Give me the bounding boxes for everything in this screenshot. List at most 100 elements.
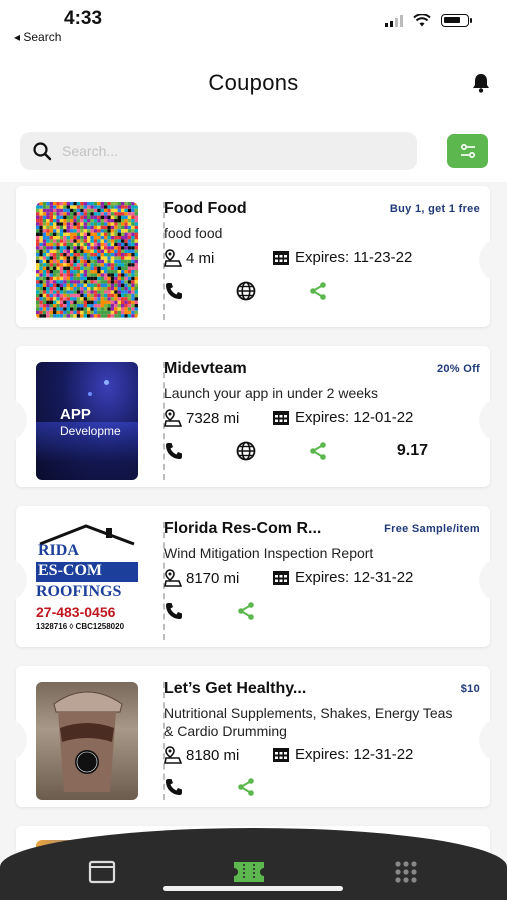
distance-text: 4 mi (186, 249, 215, 267)
coupon-actions (164, 601, 308, 621)
coupon-description: Launch your app in under 2 weeks (164, 385, 379, 401)
call-button[interactable] (164, 601, 184, 621)
coupon-title: Let’s Get Healthy... (164, 680, 307, 697)
coupon-description: food food (164, 225, 223, 241)
share-button[interactable] (236, 601, 256, 621)
search-input[interactable] (62, 132, 402, 170)
calendar-icon (273, 251, 289, 265)
share-icon (310, 442, 326, 460)
website-button[interactable] (236, 281, 256, 301)
back-to-search-link[interactable]: ◂ Search (14, 30, 61, 44)
website-button[interactable] (236, 441, 256, 461)
status-bar: 4:33 ◂ Search (0, 0, 507, 48)
coupon-offer-badge: 20% Off (436, 363, 480, 375)
calendar-icon (273, 571, 289, 585)
share-button[interactable] (308, 281, 328, 301)
status-icons (385, 14, 472, 27)
page-title: Coupons (208, 70, 299, 95)
ticket-icon[interactable] (232, 858, 266, 886)
coupon-actions (164, 777, 308, 797)
ticket-notch (5, 558, 27, 602)
thumb-text: 27-483-0456 (36, 604, 116, 620)
coupon-description: Nutritional Supplements, Shakes, Energy … (164, 705, 453, 739)
distance-text: 7328 mi (186, 409, 240, 427)
expiry-text: Expires: 12-31-22 (295, 569, 414, 586)
coupon-offer-badge: $10 (460, 683, 480, 695)
coupon-offer-badge: Free Sample/item (384, 523, 480, 535)
ticket-notch (5, 238, 27, 282)
expiry-text: Expires: 12-31-22 (295, 746, 414, 763)
coupon-card[interactable]: Let’s Get Healthy... $10 Nutritional Sup… (5, 666, 501, 807)
calendar-icon (273, 411, 289, 425)
thumb-text: ES-COM (38, 562, 102, 579)
share-icon (238, 602, 254, 620)
thumb-text: 1328716 ◊ CBC1258020 (36, 622, 125, 631)
search-icon (33, 142, 52, 161)
coupon-offer-badge: Buy 1, get 1 free (389, 203, 480, 215)
share-button[interactable] (308, 441, 328, 461)
thumb-text: Developme (60, 424, 121, 438)
signal-icon (385, 14, 403, 27)
coupon-thumbnail (36, 202, 138, 320)
coupon-expiry: Expires: 12-31-22 (272, 746, 413, 763)
ticket-notch (5, 718, 27, 762)
phone-icon (166, 283, 182, 299)
filter-button[interactable] (447, 134, 488, 168)
coupon-title: Food Food (164, 200, 247, 217)
map-pin-icon (164, 569, 182, 587)
search-box[interactable] (20, 132, 417, 170)
wallet-icon[interactable] (88, 858, 116, 886)
coupon-distance: 4 mi (164, 249, 214, 267)
coupon-thumbnail (36, 682, 138, 800)
share-icon (310, 282, 326, 300)
battery-icon (441, 14, 472, 27)
thumb-light (88, 392, 92, 396)
calendar-icon (273, 748, 289, 762)
share-button[interactable] (236, 777, 256, 797)
filter-icon (460, 143, 475, 159)
wifi-icon (413, 14, 431, 27)
call-button[interactable] (164, 441, 184, 461)
coupon-title: Midevteam (164, 360, 247, 377)
map-pin-icon (164, 746, 182, 764)
coupon-card[interactable]: Food Food Buy 1, get 1 free food food 4 … (5, 186, 501, 327)
ticket-notch (479, 398, 501, 442)
thumb-light (104, 380, 109, 385)
thumb-text: RIDA (38, 542, 79, 559)
bell-icon[interactable] (471, 72, 491, 94)
grid-icon[interactable] (392, 858, 420, 886)
expiry-text: Expires: 11-23-22 (295, 249, 413, 266)
coupon-expiry: Expires: 11-23-22 (272, 249, 412, 266)
coupon-actions (164, 281, 380, 301)
coupon-thumbnail: RIDA ES-COM ROOFINGS 27-483-0456 1328716… (36, 522, 138, 640)
globe-icon (236, 281, 256, 301)
header: Coupons (0, 48, 507, 120)
qr-code-image (36, 202, 138, 318)
ticket-notch (479, 558, 501, 602)
map-pin-icon (164, 409, 182, 427)
coupon-distance: 8170 mi (164, 569, 239, 587)
distance-text: 8170 mi (186, 569, 240, 587)
map-pin-icon (164, 249, 182, 267)
coupon-actions (164, 441, 380, 461)
coupon-card[interactable]: RIDA ES-COM ROOFINGS 27-483-0456 1328716… (5, 506, 501, 647)
phone-icon (166, 603, 182, 619)
coupon-card[interactable]: APP Developme Midevteam 20% Off Launch y… (5, 346, 501, 487)
search-row (0, 120, 507, 182)
ticket-notch (479, 238, 501, 282)
globe-icon (236, 441, 256, 461)
call-button[interactable] (164, 777, 184, 797)
phone-icon (166, 443, 182, 459)
phone-icon (166, 779, 182, 795)
thumb-text: ROOFINGS (36, 583, 122, 600)
call-button[interactable] (164, 281, 184, 301)
status-time: 4:33 (64, 8, 103, 29)
home-indicator (163, 886, 343, 891)
share-icon (238, 778, 254, 796)
coupon-thumbnail: APP Developme (36, 362, 138, 480)
coupon-expiry: Expires: 12-31-22 (272, 569, 413, 586)
coupon-distance: 7328 mi (164, 409, 239, 427)
distance-text: 8180 mi (186, 746, 240, 764)
shake-cup-image (53, 691, 123, 792)
coupon-expiry: Expires: 12-01-22 (272, 409, 413, 426)
